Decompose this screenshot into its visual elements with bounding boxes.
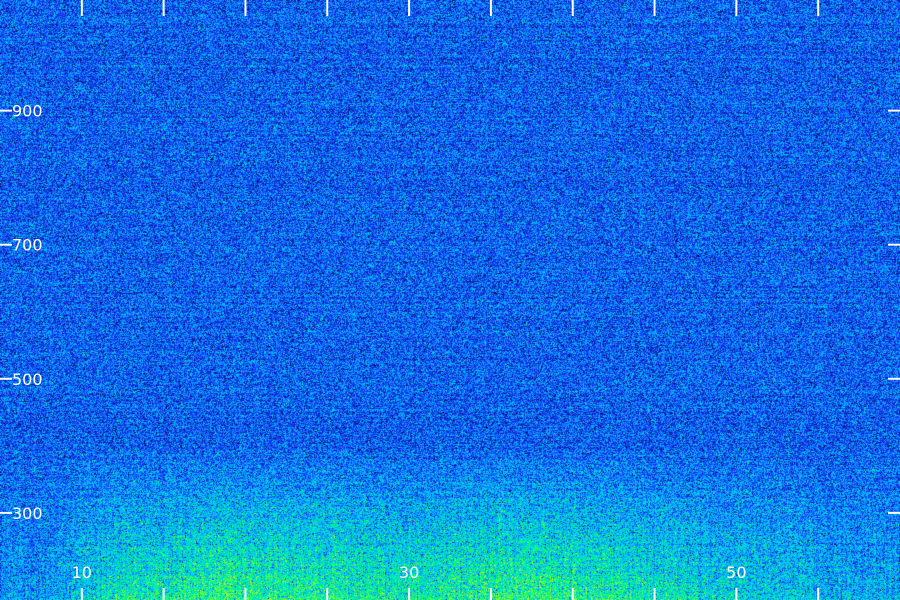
x-tick-label: 10 (72, 563, 92, 582)
axis-overlay: 10 30 50 300 500 700 900 (0, 0, 900, 600)
y-tick-label: 900 (12, 102, 43, 121)
y-tick-label: 500 (12, 370, 43, 389)
y-tick-label: 700 (12, 236, 43, 255)
spectrogram-chart: 10 30 50 300 500 700 900 (0, 0, 900, 600)
y-tick-label: 300 (12, 504, 43, 523)
x-tick-label: 50 (726, 563, 746, 582)
x-tick-label: 30 (399, 563, 419, 582)
